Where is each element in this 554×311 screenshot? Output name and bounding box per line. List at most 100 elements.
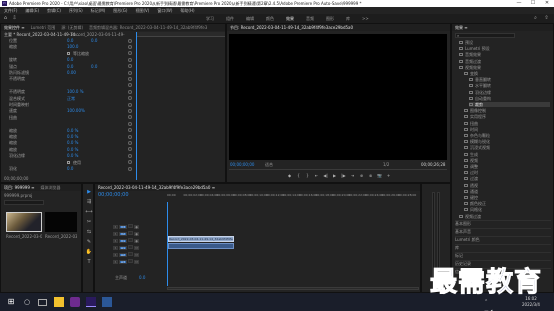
- workspace-tab-learn[interactable]: 学习: [200, 14, 220, 23]
- transport-control-icon[interactable]: |▶: [339, 173, 348, 178]
- effects-tree-item[interactable]: 羽化边缘: [469, 90, 550, 95]
- effect-property-value[interactable]: 0.00: [67, 70, 76, 75]
- timeline-track-header[interactable]: 6 A1 M: [95, 245, 167, 250]
- effect-property-value-2[interactable]: 0.0: [91, 64, 97, 69]
- reset-parameter-icon[interactable]: [128, 57, 132, 62]
- transport-control-icon[interactable]: ⇤: [312, 173, 321, 178]
- effects-tree-item[interactable]: 扭曲: [464, 121, 550, 126]
- effect-property-row[interactable]: 位置 0.0 0.0: [1, 38, 135, 43]
- file-explorer-icon[interactable]: [54, 297, 64, 307]
- reset-parameter-icon[interactable]: [128, 134, 132, 139]
- side-panel-tab[interactable]: 库: [455, 244, 551, 250]
- effect-property-value[interactable]: 0.0: [67, 64, 73, 69]
- tab-effect-controls[interactable]: 效果控件 ≡: [1, 24, 28, 31]
- reset-parameter-icon[interactable]: [128, 70, 132, 75]
- track-sync-lock-icon[interactable]: [128, 224, 133, 228]
- word-icon[interactable]: [102, 297, 112, 307]
- project-search-input[interactable]: [4, 200, 44, 205]
- workspace-tab-libraries[interactable]: 库: [340, 14, 356, 23]
- track-visibility-toggle[interactable]: M: [134, 246, 139, 250]
- transport-control-icon[interactable]: 📷: [375, 173, 384, 178]
- effect-property-value[interactable]: 100.00%: [67, 108, 85, 113]
- timeline-video-clip[interactable]: Record_2022-03-04-11-49-14_32ab9f4f9fe3a…: [168, 236, 234, 242]
- effect-property-row[interactable]: 锚点 0.0 0.0: [1, 64, 135, 69]
- menu-help[interactable]: 帮助(H): [176, 7, 198, 14]
- transport-control-icon[interactable]: ▶: [330, 173, 339, 178]
- effect-property-row[interactable]: 旋转 0.0: [1, 57, 135, 62]
- effects-panel-tab[interactable]: 效果 ≡: [452, 24, 471, 31]
- effects-tree-item[interactable]: 视频过渡: [459, 214, 550, 219]
- timeline-track-header[interactable]: 6 V3 ●: [95, 224, 167, 229]
- effect-controls-mini-timeline[interactable]: [137, 32, 225, 37]
- effects-tree-item[interactable]: Lumetri 预设: [459, 46, 550, 51]
- effects-tree-item[interactable]: 过时: [464, 170, 550, 175]
- track-visibility-toggle[interactable]: ●: [134, 225, 139, 229]
- tool-icon[interactable]: T: [85, 258, 93, 266]
- workspace-tab-audio[interactable]: 音频: [300, 14, 320, 23]
- track-visibility-toggle[interactable]: M: [134, 260, 139, 264]
- effect-property-row[interactable]: 防闪烁滤镜 0.00: [1, 70, 135, 75]
- side-panel-tab[interactable]: 基本图形: [455, 220, 551, 226]
- reset-parameter-icon[interactable]: [128, 140, 132, 145]
- timeline-sequence-tab[interactable]: Record_2022-03-04-11-49-14_32ab9f4f9fe3a…: [95, 184, 218, 191]
- timeline-track-header[interactable]: 6 A3 M: [95, 259, 167, 264]
- effect-property-row[interactable]: 时间重映射: [1, 102, 135, 107]
- effect-property-row[interactable]: 速度 100.00%: [1, 108, 135, 113]
- effects-tree-item[interactable]: 音频过渡: [459, 59, 550, 64]
- windows-start-icon[interactable]: ⊞: [6, 297, 16, 307]
- effects-tree-item[interactable]: 通道: [464, 189, 550, 194]
- effect-property-row[interactable]: 不透明度 100.0 %: [1, 89, 135, 94]
- effects-tree-item[interactable]: 模糊与锐化: [464, 139, 550, 144]
- effect-property-value[interactable]: 0.0: [67, 57, 73, 62]
- program-resolution-dropdown[interactable]: 1/2: [383, 162, 389, 167]
- tool-icon[interactable]: ⇆: [85, 228, 93, 236]
- effect-property-value[interactable]: 0.0 %: [67, 128, 78, 133]
- program-video-frame[interactable]: [229, 34, 447, 160]
- workspace-tab-editing[interactable]: 编辑: [240, 14, 260, 23]
- effect-property-row[interactable]: [1, 83, 135, 88]
- reset-parameter-icon[interactable]: [128, 96, 132, 101]
- effects-tree-item[interactable]: 风格化: [464, 207, 550, 212]
- track-sync-lock-icon[interactable]: [128, 231, 133, 235]
- track-visibility-toggle[interactable]: ●: [134, 232, 139, 236]
- effect-controls-timecode[interactable]: 00;00;00;00: [4, 176, 28, 181]
- close-button[interactable]: ✕: [540, 0, 554, 7]
- home-icon[interactable]: ⌂: [2, 15, 9, 22]
- program-scrubber[interactable]: [229, 169, 447, 170]
- workspace-tab-more[interactable]: >>: [356, 14, 375, 23]
- menu-edit[interactable]: 编辑(E): [21, 7, 43, 14]
- timeline-timecode[interactable]: 00;00;00;00: [98, 192, 129, 199]
- track-name-button[interactable]: V2: [119, 232, 127, 236]
- import-icon[interactable]: ⇩: [11, 15, 18, 22]
- effects-tree-item[interactable]: 自动重构: [469, 96, 550, 101]
- menu-markers[interactable]: 标记(M): [87, 7, 110, 14]
- effect-property-row[interactable]: 缩放 0.0 %: [1, 134, 135, 139]
- tab-media-browser[interactable]: 媒体浏览器: [38, 184, 64, 191]
- tool-icon[interactable]: ✋: [85, 248, 93, 256]
- timeline-horizontal-scrollbar[interactable]: [167, 287, 419, 290]
- reset-parameter-icon[interactable]: [128, 153, 132, 158]
- tab-project[interactable]: 项目: 999999 ≡: [1, 184, 38, 191]
- track-lock-toggle[interactable]: 6: [113, 239, 118, 243]
- effect-property-row[interactable]: 缩放 0.0 %: [1, 147, 135, 152]
- effect-property-value[interactable]: 100.0: [67, 44, 78, 49]
- task-view-icon[interactable]: [38, 299, 47, 306]
- program-fit-dropdown[interactable]: 适合: [265, 162, 273, 167]
- track-name-button[interactable]: V1: [119, 239, 127, 243]
- effect-property-row[interactable]: [1, 121, 135, 126]
- reset-parameter-icon[interactable]: [128, 128, 132, 133]
- effect-property-value-2[interactable]: 0.0: [91, 38, 97, 43]
- effect-property-row[interactable]: 羽化 0.0: [1, 166, 135, 171]
- effects-tree-item[interactable]: 时间: [464, 127, 550, 132]
- transport-control-icon[interactable]: ◆: [285, 173, 294, 178]
- effects-tree-item[interactable]: 键控: [464, 195, 550, 200]
- effects-tree-item[interactable]: 音频效果: [459, 52, 550, 57]
- premiere-taskbar-icon[interactable]: [86, 297, 96, 307]
- tab-lumetri-scopes[interactable]: Lumetri 范围: [28, 24, 59, 31]
- transport-control-icon[interactable]: {: [294, 173, 303, 178]
- menu-graphics[interactable]: 图形(G): [109, 7, 131, 14]
- track-sync-lock-icon[interactable]: [128, 238, 133, 242]
- track-name-button[interactable]: A2: [119, 253, 127, 257]
- track-lock-toggle[interactable]: 6: [113, 260, 118, 264]
- transport-control-icon[interactable]: ◀|: [321, 173, 330, 178]
